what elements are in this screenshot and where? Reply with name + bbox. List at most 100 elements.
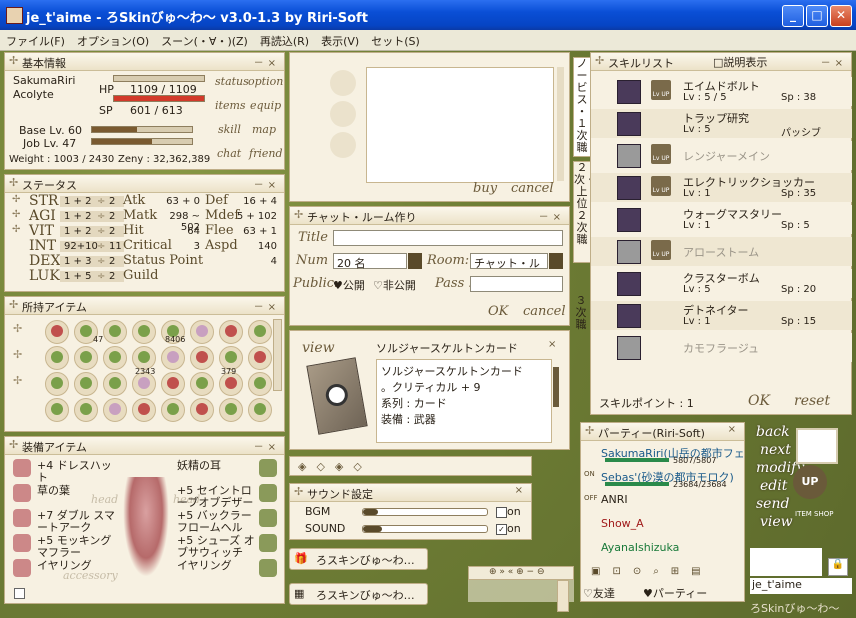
inventory-slot[interactable] xyxy=(190,346,214,370)
menu-option[interactable]: オプション(O) xyxy=(71,30,155,49)
stat-up-icon[interactable]: ÷ xyxy=(97,241,105,252)
skill-ok-button[interactable]: OK xyxy=(748,393,770,409)
skill-row[interactable]: クラスターボム Lv : 5 Sp : 20 xyxy=(591,269,852,298)
party-toolbar[interactable]: ▣⊡⊙⌕⊞▤ xyxy=(583,566,742,580)
stat-plus-icon[interactable]: ✢ xyxy=(12,194,20,205)
party-member-name[interactable]: Show_A xyxy=(601,517,644,530)
friend-tab[interactable]: ♡友達 xyxy=(583,585,615,601)
equip-slot-icon[interactable] xyxy=(13,484,31,502)
inventory-slot[interactable] xyxy=(45,372,69,396)
buy-button[interactable]: buy xyxy=(473,181,497,196)
equip-item-left[interactable]: +5 モッキングマフラー xyxy=(37,535,119,559)
equip-checkbox[interactable] xyxy=(14,588,25,599)
window-controls[interactable]: －× xyxy=(254,298,280,313)
sound-slider[interactable] xyxy=(362,525,488,533)
stat-up-icon[interactable]: ÷ xyxy=(97,196,105,207)
shop-scrollbar[interactable] xyxy=(557,67,564,181)
skill-row[interactable]: デトネイター Lv : 1 Sp : 15 xyxy=(591,301,852,330)
inventory-slot[interactable] xyxy=(161,346,185,370)
emblem-slot[interactable] xyxy=(796,428,838,464)
num-dropdown-icon[interactable] xyxy=(408,253,422,269)
tab-icon[interactable]: ✢ xyxy=(13,348,22,361)
menu-soon[interactable]: スーン(・∀・)(Z) xyxy=(155,30,254,49)
lock-icon[interactable]: 🔒 xyxy=(828,558,848,576)
bgm-slider[interactable] xyxy=(362,508,488,516)
equip-slot-icon[interactable] xyxy=(259,559,277,577)
level-up-button[interactable]: Lv UP xyxy=(651,176,671,196)
party-tab[interactable]: ♥パーティー xyxy=(643,585,707,601)
inventory-scrollbar[interactable] xyxy=(273,319,282,391)
skill-row[interactable]: トラップ研究 Lv : 5 パッシブ xyxy=(591,109,852,139)
skill-row[interactable]: ウォーグマスタリー Lv : 1 Sp : 5 xyxy=(591,205,852,234)
skilltab-second[interactable]: ２次・上位２次職 xyxy=(573,161,596,263)
inventory-slot[interactable] xyxy=(161,372,185,396)
map-link[interactable]: map xyxy=(252,123,276,136)
equip-link[interactable]: equip xyxy=(250,99,281,112)
stat-up-icon[interactable]: ÷ xyxy=(97,211,105,222)
close-button[interactable]: ✕ xyxy=(830,5,852,27)
stat-up-icon[interactable]: ÷ xyxy=(97,271,105,282)
status-link[interactable]: status xyxy=(215,75,249,88)
title-input[interactable] xyxy=(333,230,563,246)
equip-item-left[interactable]: 草の葉 xyxy=(37,485,119,497)
equip-item-right[interactable]: イヤリング xyxy=(177,560,257,572)
equip-slot-icon[interactable] xyxy=(259,509,277,527)
equip-slot-icon[interactable] xyxy=(259,534,277,552)
inventory-slot[interactable] xyxy=(219,320,243,344)
stat-up-icon[interactable]: ÷ xyxy=(97,256,105,267)
menu-set[interactable]: セット(S) xyxy=(365,30,426,49)
skill-row[interactable]: Lv UP アローストーム xyxy=(591,237,852,266)
side-button-view[interactable]: view xyxy=(760,514,793,530)
stat-up-icon[interactable]: ÷ xyxy=(97,226,105,237)
skilltab-third[interactable]: ３次職 xyxy=(573,295,589,335)
equip-slot-icon[interactable] xyxy=(13,534,31,552)
skill-row[interactable]: Lv UP エイムドボルト Lv : 5 / 5 Sp : 38 xyxy=(591,77,852,106)
inventory-slot[interactable] xyxy=(248,372,272,396)
stat-plus-icon[interactable]: ✢ xyxy=(12,224,20,235)
inventory-slot[interactable] xyxy=(74,398,98,422)
window-titlebar[interactable]: je_t'aime - ろSkinびゅ～わ～ v3.0-1.3 by Riri-… xyxy=(0,0,856,30)
window-controls[interactable]: －× xyxy=(254,438,280,453)
party-member-name[interactable]: AyanaIshizuka xyxy=(601,541,679,554)
public-option[interactable]: ♥公開 xyxy=(333,277,365,293)
side-button-edit[interactable]: edit xyxy=(760,478,787,494)
window-controls[interactable]: × xyxy=(728,424,740,435)
shop-cancel-button[interactable]: cancel xyxy=(511,181,554,196)
sound-on[interactable]: ✓ on xyxy=(496,522,521,535)
equip-slot-icon[interactable] xyxy=(13,559,31,577)
menu-file[interactable]: ファイル(F) xyxy=(0,30,71,49)
side-button-send[interactable]: send xyxy=(756,496,789,512)
equip-item-left[interactable]: +7 ダブル スマートアーク xyxy=(37,510,119,534)
stat-plus-icon[interactable]: ✢ xyxy=(12,209,20,220)
window-controls[interactable]: －× xyxy=(254,54,280,69)
bgm-checkbox[interactable] xyxy=(496,506,507,518)
close-icon[interactable]: × xyxy=(548,339,556,350)
maximize-button[interactable]: □ xyxy=(806,5,828,27)
inventory-slot[interactable] xyxy=(103,320,127,344)
desc-scrollbar[interactable] xyxy=(553,367,559,407)
skilltab-novice[interactable]: ノービス・ １次職 xyxy=(573,57,591,157)
equip-slot-icon[interactable] xyxy=(259,459,277,477)
window-controls[interactable]: －× xyxy=(539,208,565,223)
emote-bar[interactable]: ◈◇◈◇ xyxy=(289,456,532,476)
menu-reload[interactable]: 再読込(R) xyxy=(254,30,315,49)
window-controls[interactable]: －× xyxy=(821,54,847,69)
option-link[interactable]: option xyxy=(248,75,283,88)
chat-link[interactable]: chat xyxy=(217,147,241,160)
inventory-slot[interactable] xyxy=(45,320,69,344)
equip-slot-icon[interactable] xyxy=(13,459,31,477)
zoom-controls[interactable]: ⊕ » « ⊕ − ⊖ xyxy=(468,566,574,580)
inventory-slot[interactable] xyxy=(45,398,69,422)
skin-button[interactable]: 🎁 ろスキンびゅ～わ… xyxy=(289,548,428,570)
inventory-slot[interactable] xyxy=(248,398,272,422)
chatroom-ok-button[interactable]: OK xyxy=(488,304,508,319)
skill-row[interactable]: カモフラージュ xyxy=(591,333,852,362)
level-up-button[interactable]: Lv UP xyxy=(651,144,671,164)
inventory-slot[interactable] xyxy=(45,346,69,370)
inventory-slot[interactable] xyxy=(190,320,214,344)
up-button[interactable]: UP xyxy=(793,465,827,499)
equip-item-right[interactable]: +5 バックラーフロームヘル xyxy=(177,510,257,534)
equip-item-right[interactable]: +5 セイントローブオブデザー xyxy=(177,485,257,509)
inventory-slot[interactable] xyxy=(248,320,272,344)
inventory-slot[interactable] xyxy=(190,398,214,422)
